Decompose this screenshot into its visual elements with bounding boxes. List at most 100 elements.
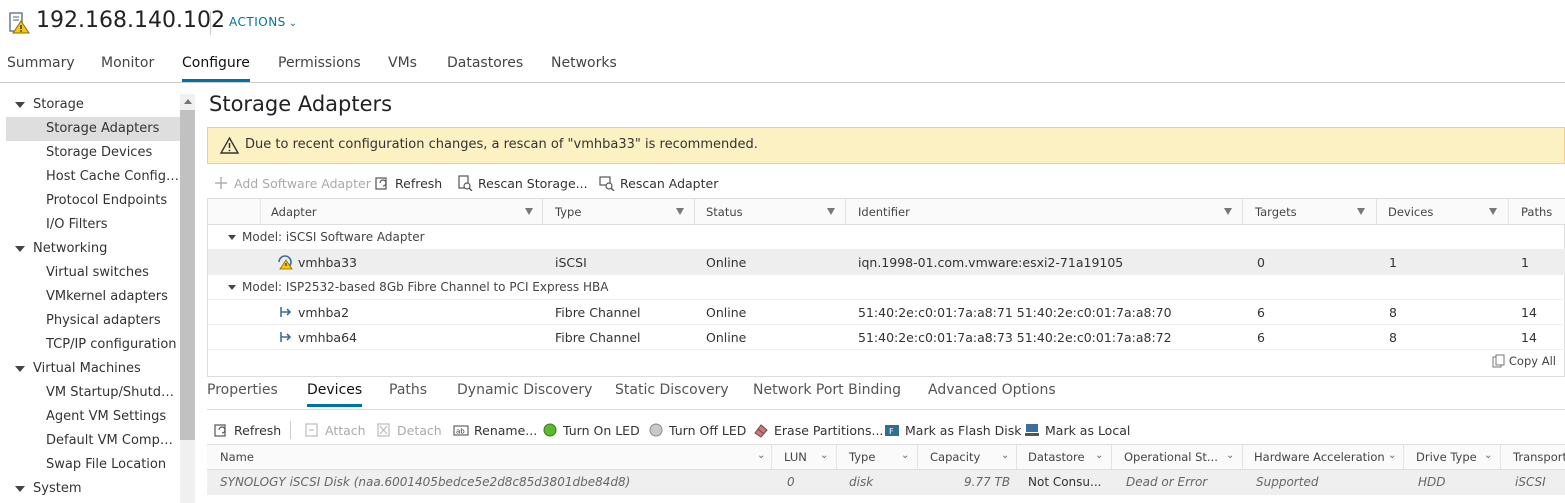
sidebar-item-storage-devices[interactable]: Storage Devices xyxy=(6,141,180,165)
col-hardware-acceleration[interactable]: Hardware Acceleration xyxy=(1254,450,1385,464)
warning-icon xyxy=(220,136,239,154)
tab-summary[interactable]: Summary xyxy=(7,55,75,79)
col-type[interactable]: Type xyxy=(849,450,875,464)
rescan-storage-button[interactable]: Rescan Storage... xyxy=(457,175,588,191)
sidebar-item-protocol-endpoints[interactable]: Protocol Endpoints xyxy=(6,189,180,213)
col-devices[interactable]: Devices xyxy=(1388,205,1433,219)
col-drive-type[interactable]: Drive Type xyxy=(1416,450,1477,464)
tab-devices[interactable]: Devices xyxy=(307,382,363,407)
col-paths[interactable]: Paths xyxy=(1521,205,1552,219)
sidebar-item-default-vm-compat[interactable]: Default VM Compati... xyxy=(6,429,180,453)
erase-partitions-button[interactable]: Erase Partitions... xyxy=(753,422,883,438)
devices-refresh-button[interactable]: Refresh xyxy=(213,422,281,438)
chevron-down-icon[interactable]: ⌄ xyxy=(1095,450,1103,461)
column-divider xyxy=(1403,445,1404,470)
caret-down-icon xyxy=(228,235,236,240)
tab-vms[interactable]: VMs xyxy=(388,55,417,79)
filter-icon[interactable] xyxy=(1224,208,1232,215)
adapters-grid-header: Adapter Type Status Identifier Targets D… xyxy=(208,199,1565,225)
sidebar-group-system[interactable]: System xyxy=(6,477,180,501)
tab-dynamic-discovery[interactable]: Dynamic Discovery xyxy=(457,382,592,404)
chevron-down-icon[interactable]: ⌄ xyxy=(820,450,828,461)
filter-icon[interactable] xyxy=(827,208,835,215)
tab-network-port-binding[interactable]: Network Port Binding xyxy=(753,382,901,404)
col-lun[interactable]: LUN xyxy=(784,450,807,464)
chevron-down-icon: ⌄ xyxy=(288,18,298,29)
mark-as-local-button[interactable]: Mark as Local xyxy=(1024,422,1130,438)
table-row[interactable]: vmhba33 iSCSI Online iqn.1998-01.com.vmw… xyxy=(208,250,1565,275)
table-row[interactable]: vmhba2 Fibre Channel Online 51:40:2e:c0:… xyxy=(208,300,1565,325)
detach-button[interactable]: Detach xyxy=(376,422,442,438)
table-row[interactable]: SYNOLOGY iSCSI Disk (naa.6001405bedce5e2… xyxy=(207,470,1565,495)
group-row-fibre-channel[interactable]: Model: ISP2532-based 8Gb Fibre Channel t… xyxy=(208,275,1565,300)
cell-status: Online xyxy=(706,255,747,270)
col-adapter[interactable]: Adapter xyxy=(271,205,317,219)
sidebar-item-swap-file-location[interactable]: Swap File Location xyxy=(6,453,180,477)
sidebar-item-virtual-switches[interactable]: Virtual switches xyxy=(6,261,180,285)
tab-advanced-options[interactable]: Advanced Options xyxy=(928,382,1056,404)
chevron-down-icon[interactable]: ⌄ xyxy=(1388,450,1396,461)
sidebar-item-vmkernel-adapters[interactable]: VMkernel adapters xyxy=(6,285,180,309)
sidebar-group-networking[interactable]: Networking xyxy=(6,237,180,261)
actions-label: ACTIONS xyxy=(229,15,286,29)
chevron-down-icon[interactable]: ⌄ xyxy=(1001,450,1009,461)
scrollbar-thumb[interactable] xyxy=(180,110,195,440)
attach-button[interactable]: Attach xyxy=(304,422,366,438)
filter-icon[interactable] xyxy=(676,208,684,215)
rescan-adapter-button[interactable]: Rescan Adapter xyxy=(599,175,718,191)
turn-off-led-button[interactable]: Turn Off LED xyxy=(648,422,746,438)
group-row-iscsi[interactable]: Model: iSCSI Software Adapter xyxy=(208,225,1565,250)
scroll-up-arrow-icon[interactable] xyxy=(184,99,192,104)
sidebar-scrollbar[interactable] xyxy=(180,94,195,503)
sidebar-item-agent-vm-settings[interactable]: Agent VM Settings xyxy=(6,405,180,429)
tab-paths[interactable]: Paths xyxy=(389,382,427,404)
host-warning-icon xyxy=(9,12,30,34)
actions-menu-button[interactable]: ACTIONS ⌄ xyxy=(229,15,298,29)
column-divider xyxy=(1242,199,1243,224)
host-title: 192.168.140.102 xyxy=(36,8,225,33)
sidebar-item-storage-adapters[interactable]: Storage Adapters xyxy=(6,117,180,141)
column-divider xyxy=(917,445,918,470)
col-identifier[interactable]: Identifier xyxy=(858,205,910,219)
tab-configure[interactable]: Configure xyxy=(182,55,250,82)
rename-button[interactable]: ab Rename... xyxy=(453,422,537,438)
tab-monitor[interactable]: Monitor xyxy=(101,55,154,79)
svg-text:ab: ab xyxy=(456,428,465,436)
col-name[interactable]: Name xyxy=(220,450,254,464)
mark-as-flash-disk-button[interactable]: F Mark as Flash Disk xyxy=(884,422,1022,438)
tab-networks[interactable]: Networks xyxy=(551,55,617,79)
col-status[interactable]: Status xyxy=(706,205,743,219)
sidebar-item-io-filters[interactable]: I/O Filters xyxy=(6,213,180,237)
chevron-down-icon[interactable]: ⌄ xyxy=(1484,450,1492,461)
filter-icon[interactable] xyxy=(525,208,533,215)
tab-static-discovery[interactable]: Static Discovery xyxy=(615,382,729,404)
sidebar-group-virtual-machines[interactable]: Virtual Machines xyxy=(6,357,180,381)
filter-icon[interactable] xyxy=(1489,208,1497,215)
tab-properties[interactable]: Properties xyxy=(207,382,278,404)
tab-permissions[interactable]: Permissions xyxy=(278,55,361,79)
add-software-adapter-button[interactable]: Add Software Adapter xyxy=(213,175,371,191)
chevron-down-icon[interactable]: ⌄ xyxy=(757,450,765,461)
col-operational-state[interactable]: Operational St... xyxy=(1124,450,1218,464)
column-divider xyxy=(1016,445,1017,470)
chevron-down-icon[interactable]: ⌄ xyxy=(1226,450,1234,461)
col-capacity[interactable]: Capacity xyxy=(930,450,980,464)
sidebar-item-physical-adapters[interactable]: Physical adapters xyxy=(6,309,180,333)
sidebar-group-storage[interactable]: Storage xyxy=(6,93,180,117)
col-transport[interactable]: Transport xyxy=(1513,450,1565,464)
turn-on-led-button[interactable]: Turn On LED xyxy=(542,422,640,438)
banner-message: Due to recent configuration changes, a r… xyxy=(245,137,758,152)
col-targets[interactable]: Targets xyxy=(1255,205,1297,219)
col-datastore[interactable]: Datastore xyxy=(1028,450,1085,464)
cell-type: disk xyxy=(849,475,874,489)
filter-icon[interactable] xyxy=(1357,208,1365,215)
chevron-down-icon[interactable]: ⌄ xyxy=(901,450,909,461)
copy-all-button[interactable]: Copy All xyxy=(1492,354,1556,368)
refresh-button[interactable]: Refresh xyxy=(374,175,442,191)
sidebar-item-tcpip-configuration[interactable]: TCP/IP configuration xyxy=(6,333,180,357)
sidebar-item-vm-startup[interactable]: VM Startup/Shutdo... xyxy=(6,381,180,405)
sidebar-item-host-cache[interactable]: Host Cache Configur... xyxy=(6,165,180,189)
col-type[interactable]: Type xyxy=(555,205,581,219)
table-row[interactable]: vmhba64 Fibre Channel Online 51:40:2e:c0… xyxy=(208,325,1565,350)
tab-datastores[interactable]: Datastores xyxy=(447,55,523,79)
